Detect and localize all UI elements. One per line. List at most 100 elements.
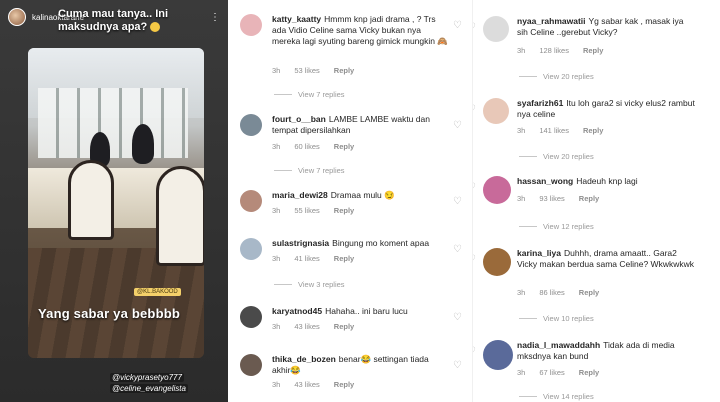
avatar[interactable] (483, 340, 513, 370)
avatar[interactable] (240, 14, 262, 36)
story-location-tag[interactable]: @KL.BAKOOD (134, 288, 181, 296)
comment-text: sulastrignasia Bingung mo koment apaa (272, 238, 448, 249)
heart-outline-icon[interactable]: ♡ (453, 244, 462, 255)
heart-outline-icon[interactable]: ♡ (473, 182, 476, 193)
heart-outline-icon[interactable]: ♡ (453, 20, 462, 31)
view-replies-button[interactable]: View 12 replies (519, 222, 594, 231)
comment-content: Hahaha.. ini baru lucu (325, 306, 408, 316)
comment-text: syafarizh61 Itu loh gara2 si vicky elus2 … (517, 98, 696, 120)
comment-likes[interactable]: 93 likes (539, 194, 564, 203)
comment-text: hassan_wong Hadeuh knp lagi (517, 176, 696, 187)
view-replies-button[interactable]: View 3 replies (274, 280, 345, 289)
reply-button[interactable]: Reply (334, 142, 354, 151)
avatar[interactable] (240, 306, 262, 328)
comment-username[interactable]: maria_dewi28 (272, 190, 328, 200)
story-panel: kalinaoktarane ⋮ Cuma mau tanya.. Ini ma… (0, 0, 228, 402)
comment-time: 3h (517, 288, 526, 297)
comment-username[interactable]: fourt_o__ban (272, 114, 326, 124)
view-replies-button[interactable]: View 7 replies (274, 166, 345, 175)
avatar[interactable] (483, 248, 511, 276)
view-replies-label: View 20 replies (543, 72, 594, 81)
comment-content: Dramaa mulu 😏 (330, 190, 395, 200)
photo-chair (156, 166, 204, 266)
comment-text: thika_de_bozen benar😂 settingan tiada akh… (272, 354, 448, 376)
story-mention[interactable]: @vickyprasetyo777 (110, 373, 184, 382)
comment-time: 3h (272, 254, 281, 263)
story-mention[interactable]: @celine_evangelista (110, 384, 188, 393)
reply-button[interactable]: Reply (583, 46, 603, 55)
avatar[interactable] (240, 238, 262, 260)
heart-outline-icon[interactable]: ♡ (453, 196, 462, 207)
heart-outline-icon[interactable]: ♡ (473, 104, 476, 115)
comments-column-right: nyaa_rahmawatii Yg sabar kak , masak iya … (472, 0, 720, 402)
comment-time: 3h (517, 126, 526, 135)
reply-button[interactable]: Reply (334, 66, 354, 75)
view-replies-label: View 3 replies (298, 280, 345, 289)
reply-button[interactable]: Reply (583, 126, 603, 135)
view-replies-button[interactable]: View 20 replies (519, 72, 594, 81)
avatar[interactable] (8, 8, 26, 26)
comment-username[interactable]: karyatnod45 (272, 306, 322, 316)
comment-time: 3h (272, 322, 281, 331)
comment-username[interactable]: syafarizh61 (517, 98, 563, 108)
comment-meta: 3h 86 likes Reply (517, 288, 599, 297)
heart-outline-icon[interactable]: ♡ (453, 312, 462, 323)
smirk-emoji-icon (150, 22, 161, 33)
comment-time: 3h (517, 46, 526, 55)
avatar[interactable] (483, 98, 509, 124)
comment-likes[interactable]: 67 likes (539, 368, 564, 377)
comment-likes[interactable]: 41 likes (294, 254, 319, 263)
comment-time: 3h (517, 194, 526, 203)
more-vertical-icon[interactable]: ⋮ (210, 12, 220, 23)
avatar[interactable] (240, 190, 262, 212)
comment-username[interactable]: sulastrignasia (272, 238, 329, 248)
avatar[interactable] (240, 354, 262, 376)
comment-likes[interactable]: 55 likes (294, 206, 319, 215)
comment-likes[interactable]: 128 likes (539, 46, 569, 55)
comment-meta: 3h 128 likes Reply (517, 46, 603, 55)
comment-time: 3h (272, 66, 281, 75)
heart-outline-icon[interactable]: ♡ (473, 254, 476, 265)
heart-outline-icon[interactable]: ♡ (453, 120, 462, 131)
comment-likes[interactable]: 53 likes (294, 66, 319, 75)
comment-text: nadia_l_mawaddahh Tidak ada di media mksd… (517, 340, 696, 362)
photo-person (132, 124, 154, 164)
comment-likes[interactable]: 141 likes (539, 126, 569, 135)
comment-likes[interactable]: 43 likes (294, 380, 319, 389)
view-replies-button[interactable]: View 7 replies (274, 90, 345, 99)
heart-outline-icon[interactable]: ♡ (453, 360, 462, 371)
comment-username[interactable]: thika_de_bozen (272, 354, 336, 364)
comment-username[interactable]: katty_kaatty (272, 14, 321, 24)
story-caption: Yang sabar ya bebbbb (38, 306, 180, 321)
view-replies-label: View 12 replies (543, 222, 594, 231)
comment-likes[interactable]: 86 likes (539, 288, 564, 297)
comment-meta: 3h 41 likes Reply (272, 254, 354, 263)
reply-button[interactable]: Reply (334, 380, 354, 389)
heart-outline-icon[interactable]: ♡ (473, 346, 476, 357)
view-replies-button[interactable]: View 20 replies (519, 152, 594, 161)
view-replies-label: View 20 replies (543, 152, 594, 161)
avatar[interactable] (240, 114, 262, 136)
comment-username[interactable]: nadia_l_mawaddahh (517, 340, 600, 350)
reply-button[interactable]: Reply (334, 322, 354, 331)
reply-button[interactable]: Reply (334, 254, 354, 263)
view-replies-button[interactable]: View 14 replies (519, 392, 594, 401)
comment-username[interactable]: nyaa_rahmawatii (517, 16, 586, 26)
avatar[interactable] (483, 176, 511, 204)
reply-button[interactable]: Reply (579, 368, 599, 377)
comment-text: karyatnod45 Hahaha.. ini baru lucu (272, 306, 448, 317)
comment-text: maria_dewi28 Dramaa mulu 😏 (272, 190, 448, 201)
reply-button[interactable]: Reply (579, 194, 599, 203)
heart-outline-icon[interactable]: ♡ (473, 22, 476, 33)
comment-likes[interactable]: 60 likes (294, 142, 319, 151)
comment-username[interactable]: karina_liya (517, 248, 561, 258)
comment-username[interactable]: hassan_wong (517, 176, 573, 186)
view-replies-button[interactable]: View 10 replies (519, 314, 594, 323)
reply-button[interactable]: Reply (334, 206, 354, 215)
story-question: Cuma mau tanya.. Ini maksudnya apa? (58, 8, 198, 34)
avatar[interactable] (483, 16, 509, 42)
comment-likes[interactable]: 43 likes (294, 322, 319, 331)
reply-button[interactable]: Reply (579, 288, 599, 297)
comment-meta: 3h 60 likes Reply (272, 142, 354, 151)
view-replies-label: View 7 replies (298, 166, 345, 175)
